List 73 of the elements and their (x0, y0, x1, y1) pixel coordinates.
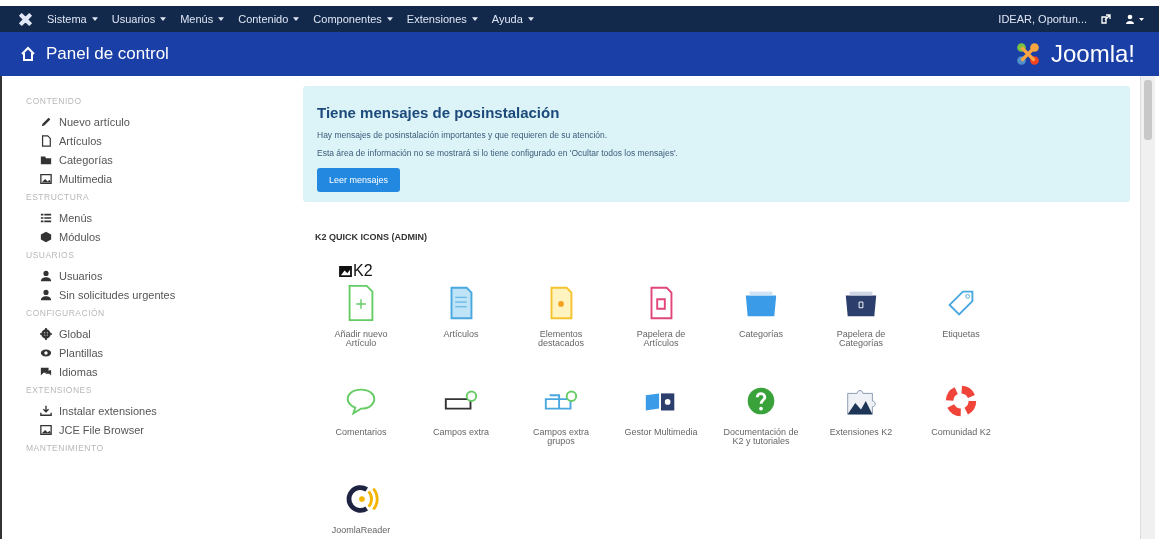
quick-icon-link[interactable]: Elementos destacados (511, 280, 611, 372)
module-heading: K2 QUICK ICONS (ADMIN) (315, 232, 428, 242)
section-heading: MANTENIMIENTO (26, 443, 105, 453)
users-icon (40, 288, 52, 301)
sidebar-link[interactable]: Usuarios (59, 269, 103, 282)
sidebar-link[interactable]: Módulos (59, 230, 101, 243)
quick-icon-link[interactable]: Añadir nuevo Artículo (311, 280, 411, 372)
menu-item[interactable]: Usuarios (111, 13, 167, 25)
sidebar-link[interactable]: Instalar extensiones (59, 404, 157, 417)
external-link-icon[interactable] (1101, 14, 1111, 24)
sidebar-link[interactable]: Categorías (59, 153, 113, 166)
caret-icon (91, 17, 98, 21)
scrollbar[interactable] (1140, 76, 1155, 539)
download-icon (40, 404, 52, 417)
quick-icon-link[interactable]: Documentación de K2 y tutoriales (711, 378, 811, 470)
section-heading: CONTENIDO (26, 96, 83, 106)
file-icon (40, 134, 52, 147)
menu-item[interactable]: Ayuda (491, 13, 534, 25)
image-icon (339, 265, 352, 277)
sidebar-link[interactable]: Menús (59, 211, 93, 224)
quick-icon-link[interactable]: JoomlaReader (311, 476, 411, 539)
caret-icon (471, 17, 478, 21)
read-messages-button[interactable]: Leer mensajes (317, 168, 401, 192)
quick-icon-link[interactable]: Artículos (411, 280, 511, 372)
quick-icon-link[interactable]: Gestor Multimedia (611, 378, 711, 470)
home-icon (20, 46, 36, 62)
caret-icon (527, 17, 534, 21)
image-icon (40, 423, 52, 436)
quick-icon-link[interactable]: Campos extra (411, 378, 511, 470)
quick-icon-link[interactable]: Categorías (711, 280, 811, 372)
sidebar-link[interactable]: JCE File Browser (59, 423, 144, 436)
sidebar-link[interactable]: Multimedia (59, 172, 113, 185)
quick-icon-link[interactable]: Comentarios (311, 378, 411, 470)
menu-item[interactable]: Menús (180, 13, 225, 25)
quick-icon-link[interactable]: Comunidad K2 (911, 378, 1011, 470)
menu-item[interactable]: Contenido (238, 13, 300, 25)
alert-title: Tiene mensajes de posinstalación (317, 104, 561, 121)
section-heading: USUARIOS (26, 250, 76, 260)
menu-item[interactable]: Sistema (47, 13, 98, 25)
cube-icon (40, 230, 52, 243)
alert-text: Hay mensajes de posinstalación importantes y que requieren de su atención. (317, 130, 609, 140)
menu-item[interactable]: Extensiones (406, 13, 478, 25)
quick-icon-link[interactable]: Papelera de Categorías (811, 280, 911, 372)
sidebar-link[interactable]: Nuevo artículo (59, 115, 130, 128)
pencil-icon (40, 115, 52, 128)
list-icon (40, 211, 52, 224)
brand-name: Joomla! (1050, 40, 1135, 68)
quick-icon-link[interactable]: Etiquetas (911, 280, 1011, 372)
caret-icon (160, 17, 167, 21)
settings-icon (40, 327, 52, 340)
quick-icon-link[interactable]: Extensiones K2 (811, 378, 911, 470)
sidebar-link[interactable]: Global (59, 327, 91, 340)
caret-icon (293, 17, 300, 21)
image-icon (40, 172, 52, 185)
sidebar-link[interactable]: Sin solicitudes urgentes (59, 288, 176, 301)
chat-icon (40, 365, 52, 378)
sidebar-link[interactable]: Artículos (59, 134, 102, 147)
quick-icon-link[interactable]: Papelera de Artículos (611, 280, 711, 372)
section-heading: ESTRUCTURA (26, 192, 91, 202)
sidebar-link[interactable]: Plantillas (59, 346, 104, 359)
caret-icon (386, 17, 393, 21)
caret-icon (218, 17, 225, 21)
section-heading: EXTENSIONES (26, 385, 93, 395)
site-link[interactable]: IDEAR, Oportun... (998, 13, 1087, 25)
user-menu-icon[interactable] (1125, 14, 1145, 24)
page-title: Panel de control (46, 44, 169, 64)
quick-icon-link[interactable]: Campos extra grupos (511, 378, 611, 470)
users-icon (40, 269, 52, 282)
k2-logo: K2 (353, 262, 373, 280)
alert-text: Esta área de información no se mostrará si lo tiene configurado en 'Ocultar todos los mensajes'. (317, 148, 679, 158)
menu-item[interactable]: Componentes (313, 13, 393, 25)
section-heading: CONFIGURACIÓN (26, 308, 106, 318)
sidebar-link[interactable]: Idiomas (59, 365, 98, 378)
